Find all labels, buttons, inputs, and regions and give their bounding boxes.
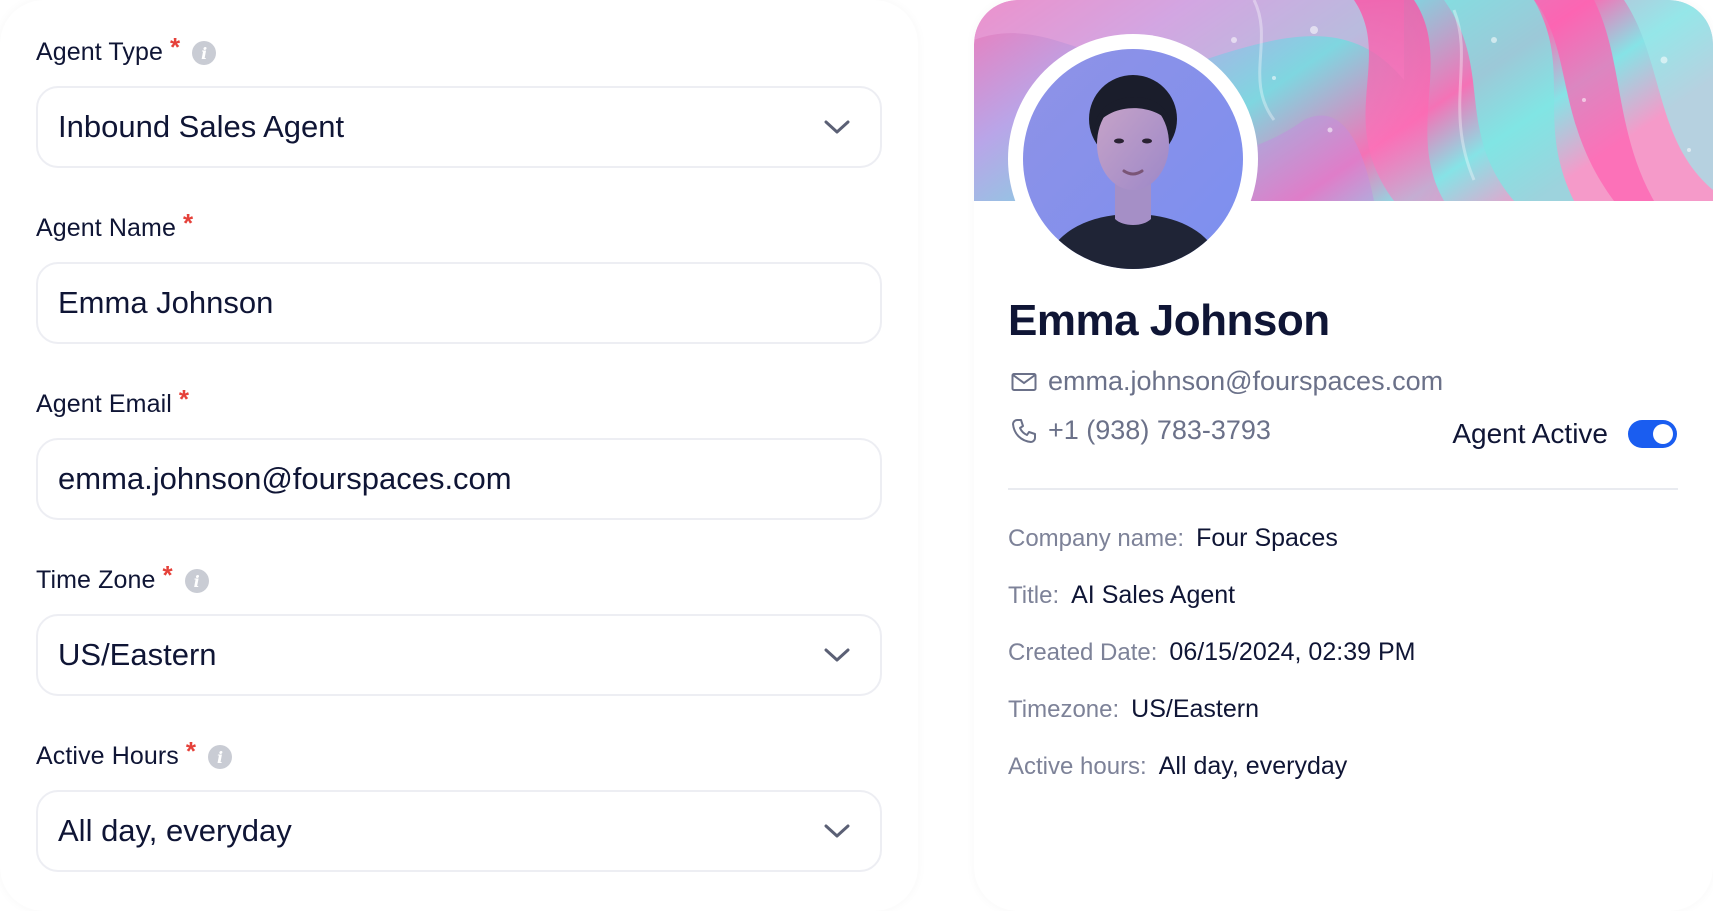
time-zone-field: Time Zone * i US/Eastern <box>36 560 882 696</box>
profile-email[interactable]: emma.johnson@fourspaces.com <box>1048 366 1443 397</box>
agent-type-label-text: Agent Type <box>36 38 164 66</box>
profile-phone[interactable]: +1 (938) 783-3793 <box>1048 415 1271 446</box>
detail-value: AI Sales Agent <box>1071 581 1236 609</box>
required-asterisk: * <box>162 560 173 590</box>
detail-label: Active hours: <box>1008 753 1147 780</box>
active-hours-label-text: Active Hours <box>36 742 179 770</box>
agent-email-input[interactable]: emma.johnson@fourspaces.com <box>36 438 882 520</box>
agent-form-panel: Agent Type * i Inbound Sales Agent Agent… <box>0 0 918 911</box>
chevron-down-icon[interactable] <box>822 640 852 670</box>
required-asterisk: * <box>182 208 194 238</box>
agent-type-label: Agent Type * i <box>36 32 882 76</box>
detail-label: Timezone: <box>1008 696 1120 723</box>
active-hours-label: Active Hours * i <box>36 736 882 780</box>
agent-name-input[interactable]: Emma Johnson <box>36 262 882 344</box>
agent-type-value: Inbound Sales Agent <box>58 109 345 144</box>
detail-row-timezone: Timezone: US/Eastern <box>1008 695 1259 724</box>
agent-email-value: emma.johnson@fourspaces.com <box>58 461 512 496</box>
agent-active-toggle-group: Agent Active <box>1452 418 1677 450</box>
agent-email-label: Agent Email * <box>36 384 882 428</box>
profile-phone-row: +1 (938) 783-3793 <box>1010 415 1271 446</box>
agent-email-field: Agent Email * emma.johnson@fourspaces.co… <box>36 384 882 520</box>
agent-active-toggle[interactable] <box>1628 420 1677 448</box>
agent-name-field: Agent Name * Emma Johnson <box>36 208 882 344</box>
agent-active-label: Agent Active <box>1452 418 1608 449</box>
detail-value: US/Eastern <box>1131 695 1259 723</box>
active-hours-value: All day, everyday <box>58 813 292 848</box>
required-asterisk: * <box>178 384 190 414</box>
time-zone-value: US/Eastern <box>58 637 217 672</box>
required-asterisk: * <box>170 32 181 62</box>
detail-row-company: Company name: Four Spaces <box>1008 524 1338 553</box>
agent-name-label: Agent Name * <box>36 208 882 252</box>
agent-name-label-text: Agent Name <box>36 214 176 242</box>
agent-type-select[interactable]: Inbound Sales Agent <box>36 86 882 168</box>
detail-label: Title: <box>1008 582 1060 609</box>
divider <box>1008 488 1678 490</box>
profile-name: Emma Johnson <box>1008 296 1330 345</box>
info-icon[interactable]: i <box>184 569 209 593</box>
chevron-down-icon[interactable] <box>822 112 852 142</box>
info-icon[interactable]: i <box>192 41 217 65</box>
time-zone-label: Time Zone * i <box>36 560 882 604</box>
agent-name-value: Emma Johnson <box>58 285 274 320</box>
avatar[interactable] <box>1023 49 1243 269</box>
info-icon[interactable]: i <box>208 745 233 769</box>
toggle-knob <box>1653 424 1673 444</box>
detail-row-active-hours: Active hours: All day, everyday <box>1008 752 1347 781</box>
detail-value: All day, everyday <box>1158 752 1348 780</box>
detail-label: Created Date: <box>1008 639 1158 666</box>
detail-value: 06/15/2024, 02:39 PM <box>1169 638 1416 666</box>
detail-row-title: Title: AI Sales Agent <box>1008 581 1235 610</box>
avatar-ring <box>1008 34 1258 284</box>
agent-type-field: Agent Type * i Inbound Sales Agent <box>36 32 882 168</box>
active-hours-select[interactable]: All day, everyday <box>36 790 882 872</box>
phone-icon <box>1010 417 1038 445</box>
agent-email-label-text: Agent Email <box>36 390 172 418</box>
detail-row-created-date: Created Date: 06/15/2024, 02:39 PM <box>1008 638 1415 667</box>
agent-profile-card: Emma Johnson emma.johnson@fourspaces.com… <box>974 0 1713 911</box>
time-zone-select[interactable]: US/Eastern <box>36 614 882 696</box>
profile-email-row: emma.johnson@fourspaces.com <box>1010 366 1443 397</box>
detail-label: Company name: <box>1008 525 1185 552</box>
time-zone-label-text: Time Zone <box>36 566 156 594</box>
detail-value: Four Spaces <box>1196 524 1338 552</box>
chevron-down-icon[interactable] <box>822 816 852 846</box>
active-hours-field: Active Hours * i All day, everyday <box>36 736 882 872</box>
required-asterisk: * <box>185 736 197 766</box>
mail-icon <box>1010 368 1038 396</box>
